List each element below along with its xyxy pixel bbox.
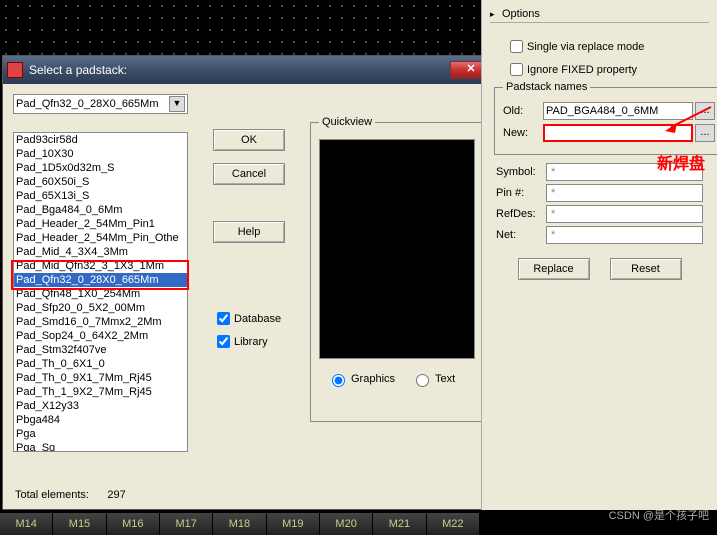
layer-cell[interactable]: M15 bbox=[53, 513, 106, 535]
old-padstack-input[interactable] bbox=[543, 102, 693, 120]
combo-value: Pad_Qfn32_0_28X0_665Mm bbox=[16, 98, 169, 110]
layer-cell[interactable]: M14 bbox=[0, 513, 53, 535]
list-item[interactable]: Pad_10X30 bbox=[14, 147, 187, 161]
old-label: Old: bbox=[503, 105, 543, 117]
pin-label: Pin #: bbox=[496, 187, 546, 199]
old-browse-button[interactable]: ... bbox=[695, 102, 715, 120]
dialog-title: Select a padstack: bbox=[29, 63, 450, 77]
list-item[interactable]: Pad_Qfn32_0_28X0_665Mm bbox=[14, 273, 187, 287]
ignore-fixed-checkbox[interactable]: Ignore FIXED property bbox=[506, 60, 709, 79]
pin-input[interactable] bbox=[546, 184, 703, 202]
app-icon bbox=[7, 62, 23, 78]
layer-cell[interactable]: M21 bbox=[373, 513, 426, 535]
replace-button[interactable]: Replace bbox=[518, 258, 590, 280]
symbol-input[interactable] bbox=[546, 163, 703, 181]
list-item[interactable]: Pad_Mid_4_3X4_3Mm bbox=[14, 245, 187, 259]
cancel-button[interactable]: Cancel bbox=[213, 163, 285, 185]
list-item[interactable]: Pad_Header_2_54Mm_Pin1 bbox=[14, 217, 187, 231]
list-item[interactable]: Pga bbox=[14, 427, 187, 441]
padstack-names-legend: Padstack names bbox=[503, 81, 590, 93]
list-item[interactable]: Pbga484 bbox=[14, 413, 187, 427]
net-label: Net: bbox=[496, 229, 546, 241]
help-button[interactable]: Help bbox=[213, 221, 285, 243]
list-item[interactable]: Pad_Qfn48_1X0_254Mm bbox=[14, 287, 187, 301]
list-item[interactable]: Pad_Th_1_9X2_7Mm_Rj45 bbox=[14, 385, 187, 399]
list-item[interactable]: Pad_Mid_Qfn32_3_1X3_1Mm bbox=[14, 259, 187, 273]
new-label: New: bbox=[503, 127, 543, 139]
watermark: CSDN @是个孩子吧 bbox=[609, 507, 709, 523]
layer-cell[interactable]: M22 bbox=[427, 513, 480, 535]
list-item[interactable]: Pad_Bga484_0_6Mm bbox=[14, 203, 187, 217]
padstack-names-group: Padstack names Old: ... New: ... bbox=[494, 87, 717, 155]
list-item[interactable]: Pad_Th_0_9X1_7Mm_Rj45 bbox=[14, 371, 187, 385]
layer-cell[interactable]: M16 bbox=[107, 513, 160, 535]
list-item[interactable]: Pad_Smd16_0_7Mmx2_2Mm bbox=[14, 315, 187, 329]
padstack-combo[interactable]: Pad_Qfn32_0_28X0_665Mm ▼ bbox=[13, 94, 188, 114]
list-item[interactable]: Pad_Th_0_6X1_0 bbox=[14, 357, 187, 371]
quickview-group: Quickview Graphics Text bbox=[310, 122, 485, 422]
list-item[interactable]: Pad_Stm32f407ve bbox=[14, 343, 187, 357]
reset-button[interactable]: Reset bbox=[610, 258, 682, 280]
text-radio[interactable]: Text bbox=[411, 371, 455, 387]
layer-cell[interactable]: M18 bbox=[213, 513, 266, 535]
library-checkbox[interactable]: Library bbox=[213, 332, 293, 351]
new-browse-button[interactable]: ... bbox=[695, 124, 715, 142]
list-item[interactable]: Pad_65X13i_S bbox=[14, 189, 187, 203]
list-item[interactable]: Pad_Sfp20_0_5X2_00Mm bbox=[14, 301, 187, 315]
quickview-canvas bbox=[319, 139, 475, 359]
net-input[interactable] bbox=[546, 226, 703, 244]
titlebar[interactable]: Select a padstack: ✕ bbox=[3, 56, 496, 84]
refdes-input[interactable] bbox=[546, 205, 703, 223]
totals: Total elements: 297 bbox=[15, 489, 126, 501]
list-item[interactable]: Pad_60X50i_S bbox=[14, 175, 187, 189]
list-item[interactable]: Pad_Sop24_0_64X2_2Mm bbox=[14, 329, 187, 343]
ok-button[interactable]: OK bbox=[213, 129, 285, 151]
list-item[interactable]: Pad_1D5x0d32m_S bbox=[14, 161, 187, 175]
new-padstack-input[interactable] bbox=[543, 124, 693, 142]
chevron-down-icon[interactable]: ▼ bbox=[169, 96, 185, 112]
collapse-icon: ▸ bbox=[490, 9, 500, 20]
options-panel: ▸ Options Single via replace mode Ignore… bbox=[481, 0, 717, 510]
layer-cell[interactable]: M19 bbox=[267, 513, 320, 535]
layer-cell[interactable]: M17 bbox=[160, 513, 213, 535]
layer-cell[interactable]: M20 bbox=[320, 513, 373, 535]
library-check[interactable] bbox=[217, 335, 230, 348]
database-checkbox[interactable]: Database bbox=[213, 309, 293, 328]
database-check[interactable] bbox=[217, 312, 230, 325]
select-padstack-dialog: Select a padstack: ✕ Pad_Qfn32_0_28X0_66… bbox=[2, 55, 497, 510]
graphics-radio[interactable]: Graphics bbox=[327, 371, 395, 387]
refdes-label: RefDes: bbox=[496, 208, 546, 220]
list-item[interactable]: Pga_Sq bbox=[14, 441, 187, 452]
padstack-listbox[interactable]: Pad93cir58dPad_10X30Pad_1D5x0d32m_SPad_6… bbox=[13, 132, 188, 452]
single-via-checkbox[interactable]: Single via replace mode bbox=[506, 37, 709, 56]
options-header[interactable]: ▸ Options bbox=[490, 6, 709, 23]
list-item[interactable]: Pad_X12y33 bbox=[14, 399, 187, 413]
layer-strip: M14M15M16M17M18M19M20M21M22 bbox=[0, 513, 480, 535]
list-item[interactable]: Pad93cir58d bbox=[14, 133, 187, 147]
quickview-title: Quickview bbox=[319, 116, 375, 128]
list-item[interactable]: Pad_Header_2_54Mm_Pin_Othe bbox=[14, 231, 187, 245]
symbol-label: Symbol: bbox=[496, 166, 546, 178]
